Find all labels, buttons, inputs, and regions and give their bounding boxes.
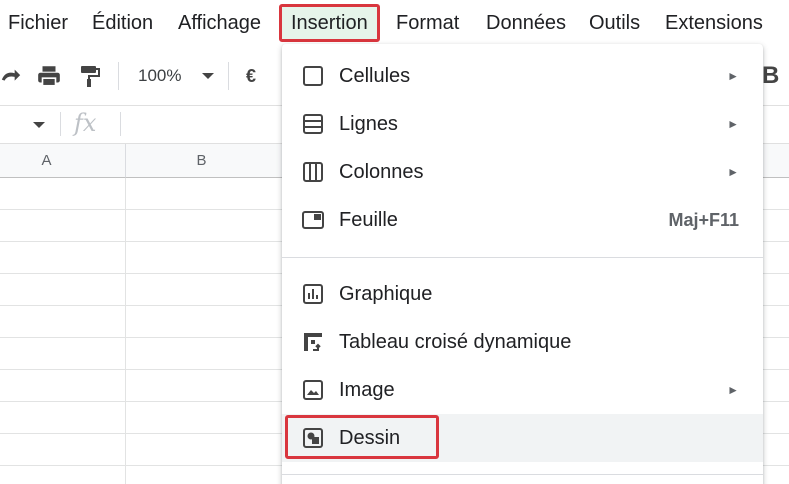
chevron-down-icon bbox=[202, 73, 215, 79]
menu-separator bbox=[282, 474, 763, 475]
menu-fichier[interactable]: Fichier bbox=[8, 4, 68, 42]
image-icon bbox=[303, 380, 323, 400]
zoom-value: 100% bbox=[138, 66, 182, 85]
menu-edition[interactable]: Édition bbox=[92, 4, 153, 42]
menu-item-graphique[interactable]: Graphique bbox=[282, 270, 763, 318]
menu-item-label: Colonnes bbox=[339, 160, 424, 183]
menu-item-cellules[interactable]: Cellules ► bbox=[282, 52, 763, 100]
redo-icon bbox=[1, 69, 21, 81]
print-icon bbox=[38, 66, 60, 87]
submenu-arrow-icon: ► bbox=[727, 69, 739, 83]
submenu-arrow-icon: ► bbox=[727, 383, 739, 397]
redo-button[interactable] bbox=[0, 46, 22, 106]
shortcut-label: Maj+F11 bbox=[668, 209, 739, 230]
toolbar-separator bbox=[228, 62, 229, 90]
insertion-menu: Cellules ► Lignes ► Colonnes ► Feuille M… bbox=[282, 44, 763, 484]
menu-separator bbox=[282, 257, 763, 258]
menu-outils[interactable]: Outils bbox=[589, 4, 640, 42]
submenu-arrow-icon: ► bbox=[727, 165, 739, 179]
pivot-table-icon bbox=[304, 333, 322, 351]
menu-extensions[interactable]: Extensions bbox=[665, 4, 763, 42]
menu-item-image[interactable]: Image ► bbox=[282, 366, 763, 414]
fx-icon: fx bbox=[74, 109, 97, 137]
menu-item-label: Graphique bbox=[339, 282, 433, 305]
bold-icon: B bbox=[762, 62, 780, 89]
paint-format-button[interactable] bbox=[78, 46, 102, 106]
menu-item-label: Lignes bbox=[339, 112, 398, 135]
rows-icon bbox=[303, 114, 323, 134]
dessin-highlight-frame bbox=[285, 415, 439, 459]
print-button[interactable] bbox=[36, 46, 62, 106]
toolbar-separator bbox=[118, 62, 119, 90]
menu-item-label: Feuille bbox=[339, 208, 398, 231]
column-divider bbox=[125, 178, 126, 484]
menu-item-label: Cellules bbox=[339, 64, 411, 87]
menu-item-lignes[interactable]: Lignes ► bbox=[282, 100, 763, 148]
menu-donnees[interactable]: Données bbox=[486, 4, 566, 42]
name-box-dropdown-icon[interactable] bbox=[32, 120, 46, 130]
paint-format-icon bbox=[81, 66, 100, 87]
menu-item-feuille[interactable]: Feuille Maj+F11 bbox=[282, 196, 763, 244]
currency-button[interactable]: € bbox=[246, 46, 256, 106]
submenu-arrow-icon: ► bbox=[727, 117, 739, 131]
menu-insertion[interactable]: Insertion bbox=[279, 4, 380, 42]
menu-item-label: Image bbox=[339, 378, 395, 401]
menu-format[interactable]: Format bbox=[396, 4, 459, 42]
menu-affichage[interactable]: Affichage bbox=[178, 4, 261, 42]
cells-icon bbox=[303, 66, 323, 86]
chart-icon bbox=[303, 284, 323, 304]
menu-item-label: Tableau croisé dynamique bbox=[339, 330, 572, 353]
columns-icon bbox=[303, 162, 323, 182]
currency-symbol: € bbox=[246, 65, 257, 86]
bold-button[interactable]: B bbox=[762, 46, 779, 106]
column-header-b[interactable]: B bbox=[126, 144, 286, 178]
zoom-select[interactable]: 100% bbox=[138, 46, 215, 106]
column-header-a[interactable]: A bbox=[0, 144, 126, 178]
formula-separator bbox=[120, 112, 121, 136]
sheet-icon bbox=[302, 211, 324, 229]
menu-item-tableau-croise[interactable]: Tableau croisé dynamique bbox=[282, 318, 763, 366]
menu-item-colonnes[interactable]: Colonnes ► bbox=[282, 148, 763, 196]
menu-bar: Fichier Édition Affichage Insertion Form… bbox=[0, 0, 789, 46]
formula-separator bbox=[60, 112, 61, 136]
